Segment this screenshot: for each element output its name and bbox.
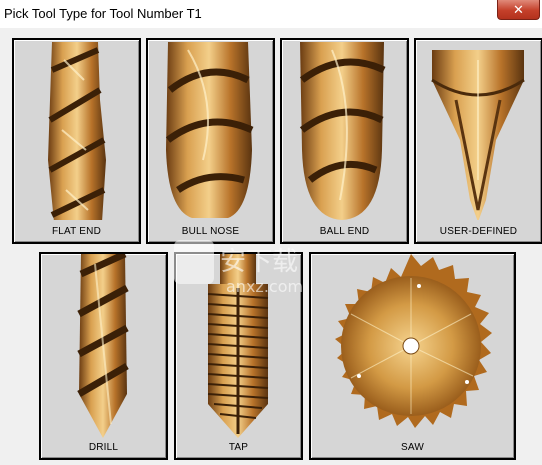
dialog-window: Pick Tool Type for Tool Number T1 ✕ FLAT… [0,0,542,465]
tool-label: BULL NOSE [181,226,240,237]
tool-button-user-defined[interactable]: USER-DEFINED [414,38,542,244]
window-title: Pick Tool Type for Tool Number T1 [4,6,202,21]
bull-nose-mill-icon [165,42,254,218]
tool-label: FLAT END [51,226,102,237]
close-icon: ✕ [513,2,524,17]
tool-button-flat-end[interactable]: FLAT END [12,38,141,244]
tool-label: TAP [228,442,249,453]
tool-button-drill[interactable]: DRILL [39,252,168,460]
tool-button-tap[interactable]: TAP [174,252,303,460]
tool-grid: FLAT END BULL NOSE BALL END USER-DEFINED… [4,28,542,465]
close-button[interactable]: ✕ [497,0,540,20]
tool-label: BALL END [319,226,370,237]
tool-label: SAW [400,442,424,453]
tool-label: DRILL [88,442,119,453]
user-defined-tool-icon [431,50,525,220]
tap-icon [207,254,269,438]
ball-end-mill-icon [299,42,386,220]
tool-button-bull-nose[interactable]: BULL NOSE [146,38,275,244]
tool-label: USER-DEFINED [439,226,518,237]
tool-button-saw[interactable]: SAW [309,252,516,460]
tool-button-ball-end[interactable]: BALL END [280,38,409,244]
saw-blade-icon [335,254,492,428]
flat-end-mill-icon [48,42,106,220]
title-bar: Pick Tool Type for Tool Number T1 ✕ [0,0,542,28]
drill-bit-icon [77,254,129,438]
